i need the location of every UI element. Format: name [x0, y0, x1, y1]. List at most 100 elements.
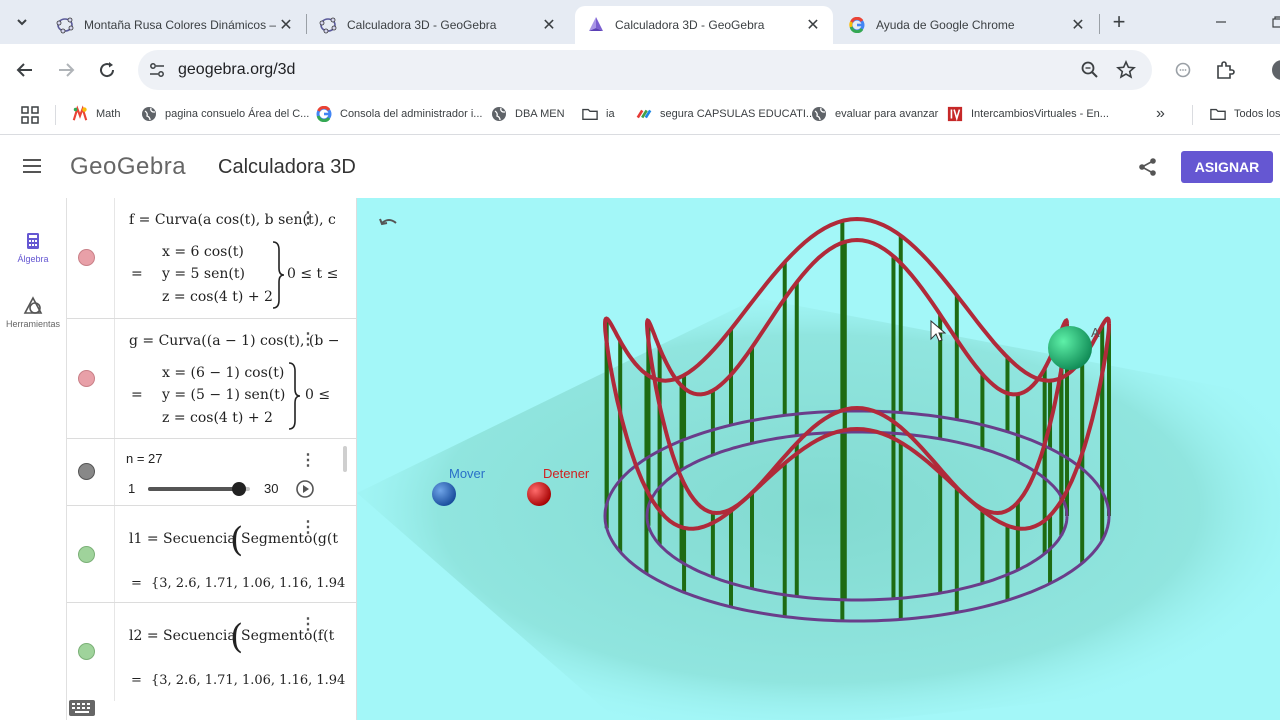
algebra-row-l1[interactable]: l1 = Secuencia ( Segmento(g(t ⋮ = {3, 2.… [67, 506, 356, 603]
close-icon[interactable]: ✕ [803, 15, 823, 35]
definition-l2-name[interactable]: l2 = Secuencia [129, 628, 236, 644]
row-marker [67, 439, 115, 505]
detener-label: Detener [543, 466, 590, 481]
zoom-icon[interactable] [1080, 60, 1100, 85]
tools-icon [23, 296, 43, 314]
tab-title: Calculadora 3D - GeoGebra [615, 18, 765, 32]
more-options-icon[interactable]: ⋮ [300, 329, 316, 349]
rail-label: Álgebra [17, 254, 49, 264]
slider-label-n[interactable]: n = 27 [126, 451, 163, 466]
tab-calculadora-3d-1[interactable]: Calculadora 3D - GeoGebra ✕ [307, 6, 569, 44]
bookmark-intercambios[interactable]: IntercambiosVirtuales - En... [947, 106, 1109, 122]
apps-grid-icon[interactable] [21, 106, 39, 129]
scene-canvas[interactable]: A Mover Detener [357, 198, 1280, 720]
bookmark-star-icon[interactable] [1116, 60, 1136, 85]
close-icon[interactable]: ✕ [276, 15, 296, 35]
value-g-x: x = (6 − 1) cos(t) [162, 365, 285, 381]
slider-thumb[interactable] [232, 482, 247, 496]
algebra-row-g[interactable]: g = Curva((a − 1) cos(t), (b − ⋮ = x = (… [67, 319, 356, 439]
visibility-toggle[interactable] [78, 370, 95, 387]
algebra-row-n[interactable]: n = 27 ⋮ 1 30 [67, 439, 356, 506]
value-f-y: y = 5 sen(t) [162, 266, 245, 282]
back-button[interactable] [9, 54, 41, 86]
tab-calculadora-3d-active[interactable]: Calculadora 3D - GeoGebra ✕ [575, 6, 833, 44]
detener-button[interactable] [527, 482, 551, 506]
bookmarks-divider [55, 105, 56, 125]
more-options-icon[interactable]: ⋮ [300, 450, 316, 470]
algebra-row-l2[interactable]: l2 = Secuencia ( Segmento(f(t ⋮ = {3, 2.… [67, 603, 356, 701]
bookmark-math[interactable]: Math [72, 105, 120, 122]
extensions-button[interactable] [1209, 54, 1241, 86]
equals-sign: = [131, 673, 142, 688]
chevron-down-icon [17, 19, 27, 26]
equals-sign: = [131, 576, 142, 591]
restore-icon [1272, 16, 1280, 28]
tab-montana-rusa[interactable]: Montaña Rusa Colores Dinámicos – Geo ✕ [44, 6, 306, 44]
tab-search-button[interactable] [6, 6, 38, 38]
more-options-icon[interactable]: ⋮ [300, 208, 316, 228]
address-bar[interactable]: geogebra.org/3d [138, 50, 1152, 90]
row-marker [67, 603, 115, 701]
visibility-toggle[interactable] [78, 463, 95, 480]
slider-track[interactable] [148, 482, 250, 496]
side-rail: Álgebra Herramientas [0, 198, 67, 720]
definition-l1-name[interactable]: l1 = Secuencia [129, 531, 236, 547]
visibility-toggle[interactable] [78, 249, 95, 266]
close-icon[interactable]: ✕ [539, 15, 559, 35]
bookmark-capsulas[interactable]: segura CAPSULAS EDUCATI... [636, 106, 815, 122]
forward-button[interactable] [50, 54, 82, 86]
assign-button[interactable]: ASIGNAR [1181, 151, 1273, 183]
bookmark-evaluar[interactable]: evaluar para avanzar [811, 106, 938, 122]
reload-icon [100, 62, 115, 78]
chat-extension-button[interactable] [1167, 54, 1199, 86]
folder-icon [582, 106, 598, 122]
keyboard-icon[interactable] [68, 699, 96, 720]
site-info-icon[interactable] [148, 61, 166, 84]
rail-item-algebra[interactable]: Álgebra [0, 232, 66, 264]
rail-item-tools[interactable]: Herramientas [0, 296, 66, 329]
minimize-button[interactable] [1205, 6, 1237, 38]
menu-icon[interactable] [22, 158, 42, 179]
graphics-3d-view[interactable]: A Mover Detener [357, 198, 1280, 720]
visibility-toggle[interactable] [78, 546, 95, 563]
floor-plane [357, 298, 1280, 720]
bookmark-consola-admin[interactable]: Consola del administrador i... [316, 106, 482, 122]
tab-ayuda-chrome[interactable]: Ayuda de Google Chrome ✕ [836, 6, 1098, 44]
bookmark-folder-ia[interactable]: ia [582, 106, 615, 122]
bookmark-folder-todos[interactable]: Todos los [1210, 106, 1280, 122]
equals-sign: = [131, 387, 143, 403]
bookmarks-bar: Math pagina consuelo Área del C... Conso… [0, 96, 1280, 135]
value-f-x: x = 6 cos(t) [162, 244, 244, 260]
reload-button[interactable] [91, 54, 123, 86]
geogebra-header: GeoGebra Calculadora 3D ASIGNAR [0, 136, 1280, 199]
more-options-icon[interactable]: ⋮ [300, 517, 316, 537]
definition-l2-inner[interactable]: Segmento(f(t [241, 628, 334, 644]
bookmark-label: Consola del administrador i... [340, 108, 483, 120]
chat-icon [1175, 62, 1191, 78]
visibility-toggle[interactable] [78, 643, 95, 660]
tab-title: Montaña Rusa Colores Dinámicos – Geo [84, 18, 276, 32]
new-tab-button[interactable]: + [1103, 6, 1135, 38]
iv-icon [947, 106, 963, 122]
definition-l1-inner[interactable]: Segmento(g(t [241, 531, 338, 547]
more-options-icon[interactable]: ⋮ [300, 614, 316, 634]
arrow-right-icon [59, 63, 75, 77]
play-icon[interactable] [295, 479, 315, 504]
mover-button[interactable] [432, 482, 456, 506]
point-a-ball[interactable] [1048, 326, 1092, 370]
more-bookmarks-icon[interactable]: » [1156, 105, 1165, 123]
bookmark-label: evaluar para avanzar [835, 108, 939, 120]
tab-strip: Montaña Rusa Colores Dinámicos – Geo ✕ C… [0, 0, 1280, 44]
share-icon[interactable] [1138, 157, 1158, 182]
scrollbar[interactable] [343, 446, 347, 472]
profile-avatar[interactable] [1272, 60, 1280, 80]
geogebra-logo[interactable]: GeoGebra [70, 153, 186, 181]
bookmark-pagina-consuelo[interactable]: pagina consuelo Área del C... [141, 106, 309, 122]
restore-button[interactable] [1262, 6, 1280, 38]
close-icon[interactable]: ✕ [1068, 15, 1088, 35]
bookmark-dba-men[interactable]: DBA MEN [491, 106, 565, 122]
undo-button[interactable] [379, 218, 397, 226]
algebra-row-f[interactable]: f = Curva(a cos(t), b sen(t), c ⋮ = x = … [67, 198, 356, 319]
bookmark-label: Todos los [1234, 108, 1280, 120]
math-icon [72, 105, 88, 122]
